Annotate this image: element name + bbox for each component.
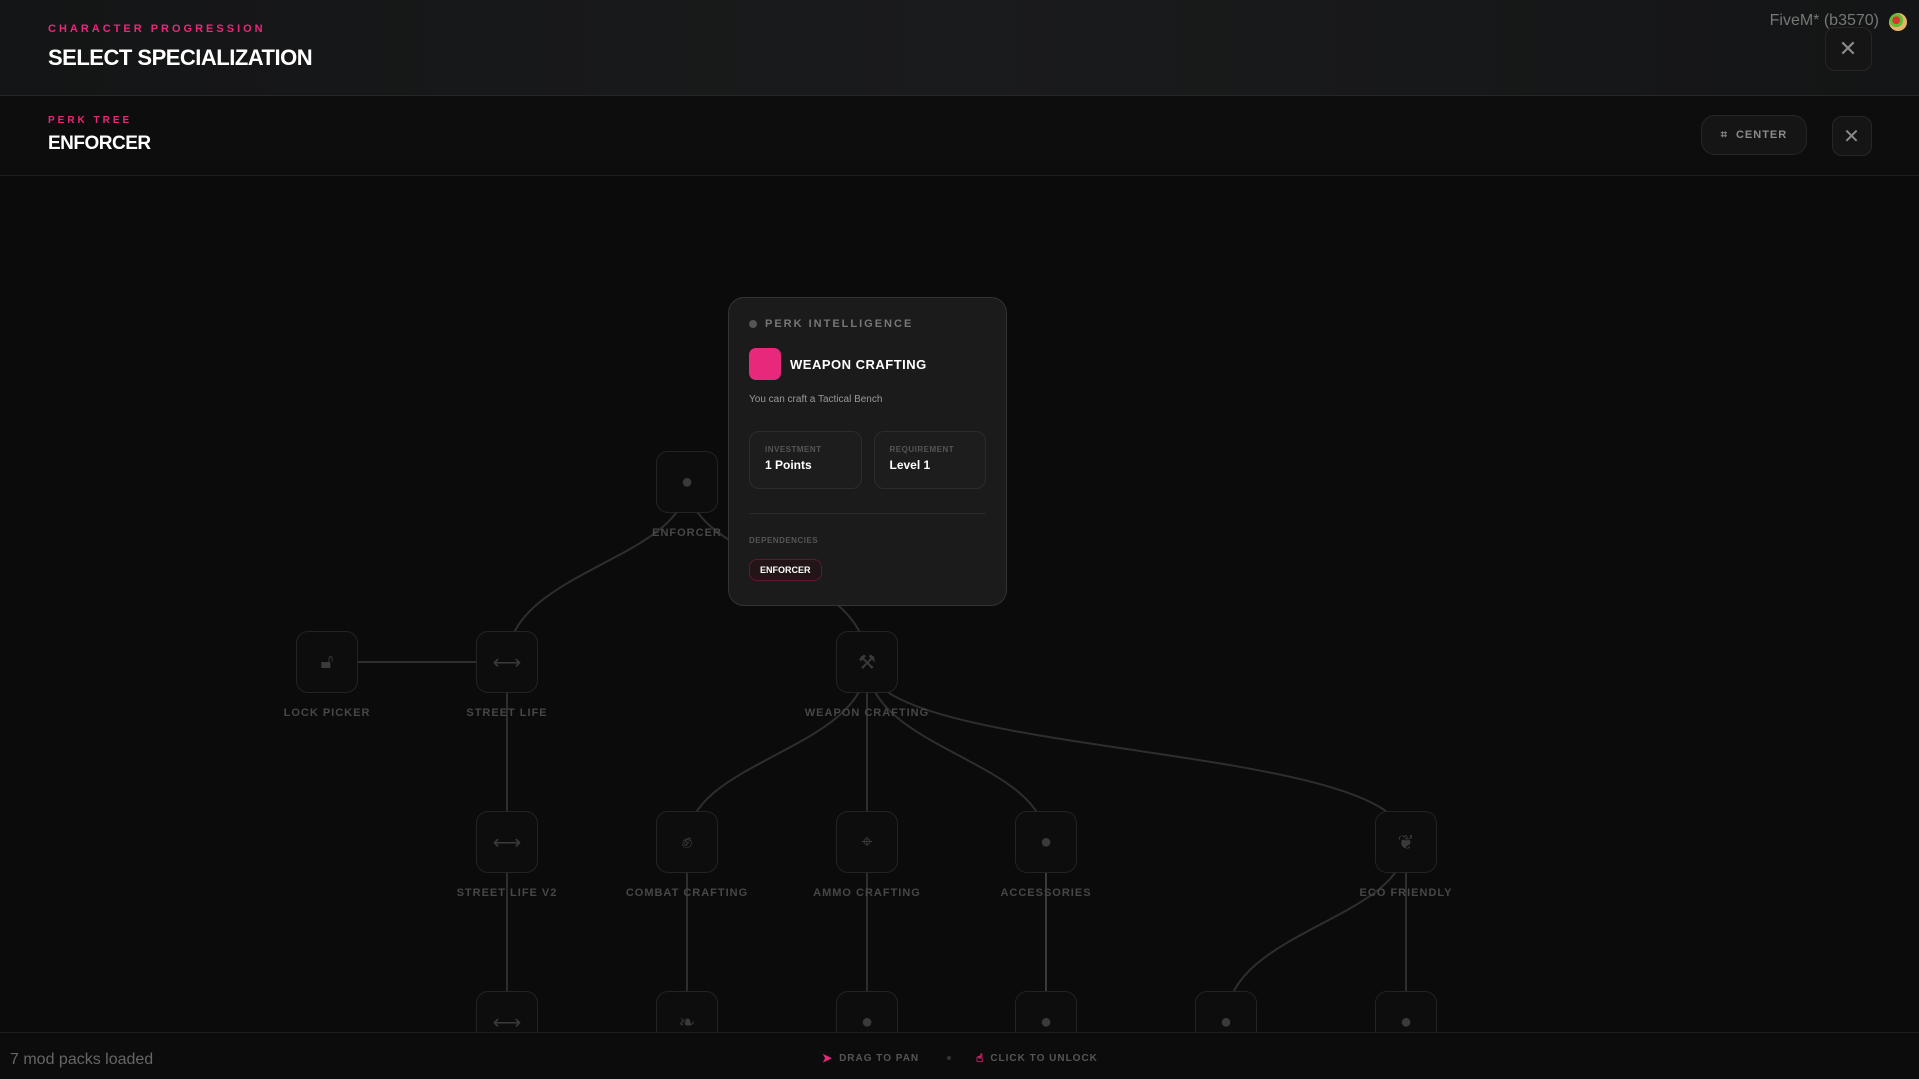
node-eco-friendly[interactable]: ❦ <box>1375 811 1437 873</box>
node-label: COMBAT CRAFTING <box>625 887 749 899</box>
dependencies-label: DEPENDENCIES <box>749 536 819 545</box>
crosshair-icon: ⌖ <box>861 830 873 853</box>
card-header: PERK INTELLIGENCE <box>765 318 914 330</box>
perk-color-swatch <box>749 348 781 380</box>
divider <box>749 513 986 514</box>
node-label: STREET LIFE <box>466 707 548 719</box>
investment-value: 1 Points <box>765 458 812 472</box>
perk-description: You can craft a Tactical Bench <box>749 394 883 405</box>
node-label: WEAPON CRAFTING <box>804 707 930 719</box>
unlock-icon: 🔓︎ <box>320 650 334 673</box>
dot-icon: ● <box>1219 1010 1233 1033</box>
node-lock-picker[interactable]: 🔓︎ <box>296 631 358 693</box>
investment-stat: INVESTMENT 1 Points <box>749 431 862 489</box>
mod-status: 7 mod packs loaded <box>10 1051 154 1068</box>
perk-info-card: PERK INTELLIGENCE WEAPON CRAFTING You ca… <box>728 297 1007 606</box>
status-dot-icon <box>749 320 757 328</box>
pointer-hand-icon: ☝︎ <box>976 1051 985 1065</box>
dot-icon: ● <box>1039 830 1053 853</box>
separator-dot <box>947 1056 951 1060</box>
dumbbell-icon: ⟷ <box>492 1011 522 1034</box>
dot-icon: ● <box>680 470 694 493</box>
dot-icon: ● <box>1399 1010 1413 1033</box>
node-combat-crafting[interactable]: ✊︎ <box>656 811 718 873</box>
requirement-label: REQUIREMENT <box>889 445 955 454</box>
fist-icon: ✊︎ <box>681 830 693 853</box>
node-weapon-crafting[interactable]: ⚒ <box>836 631 898 693</box>
dot-icon: ● <box>860 1010 874 1033</box>
node-label: AMMO CRAFTING <box>813 887 921 899</box>
hint-drag: ➤ DRAG TO PAN <box>822 1051 919 1065</box>
requirement-value: Level 1 <box>889 458 931 472</box>
crossed-tools-icon: ⚒ <box>858 651 876 674</box>
perk-name: WEAPON CRAFTING <box>790 356 927 372</box>
node-accessories[interactable]: ● <box>1015 811 1077 873</box>
node-ammo-crafting[interactable]: ⌖ <box>836 811 898 873</box>
investment-label: INVESTMENT <box>765 445 822 454</box>
edge-weapon-eco <box>866 661 1407 843</box>
dot-icon: ● <box>1039 1010 1053 1033</box>
dependency-badge: ENFORCER <box>749 559 822 581</box>
cursor-icon: ➤ <box>822 1051 834 1065</box>
dumbbell-icon: ⟷ <box>492 831 522 854</box>
node-enforcer[interactable]: ● <box>656 451 718 513</box>
hint-click: ☝︎ CLICK TO UNLOCK <box>976 1051 1098 1065</box>
node-label: STREET LIFE V2 <box>456 887 558 899</box>
footer: 7 mod packs loaded ➤ DRAG TO PAN ☝︎ CLICK … <box>0 1032 1919 1079</box>
node-label: ECO FRIENDLY <box>1359 887 1453 899</box>
requirement-stat: REQUIREMENT Level 1 <box>873 431 986 489</box>
hint-drag-label: DRAG TO PAN <box>839 1052 920 1064</box>
node-street-life-v2[interactable]: ⟷ <box>476 811 538 873</box>
feather-icon: ❧ <box>678 1011 696 1034</box>
node-label: ACCESSORIES <box>1000 887 1092 899</box>
hint-click-label: CLICK TO UNLOCK <box>990 1052 1098 1064</box>
node-label: LOCK PICKER <box>283 707 371 719</box>
leaf-icon: ❦ <box>1397 831 1415 854</box>
node-street-life[interactable]: ⟷ <box>476 631 538 693</box>
dumbbell-icon: ⟷ <box>492 651 522 674</box>
